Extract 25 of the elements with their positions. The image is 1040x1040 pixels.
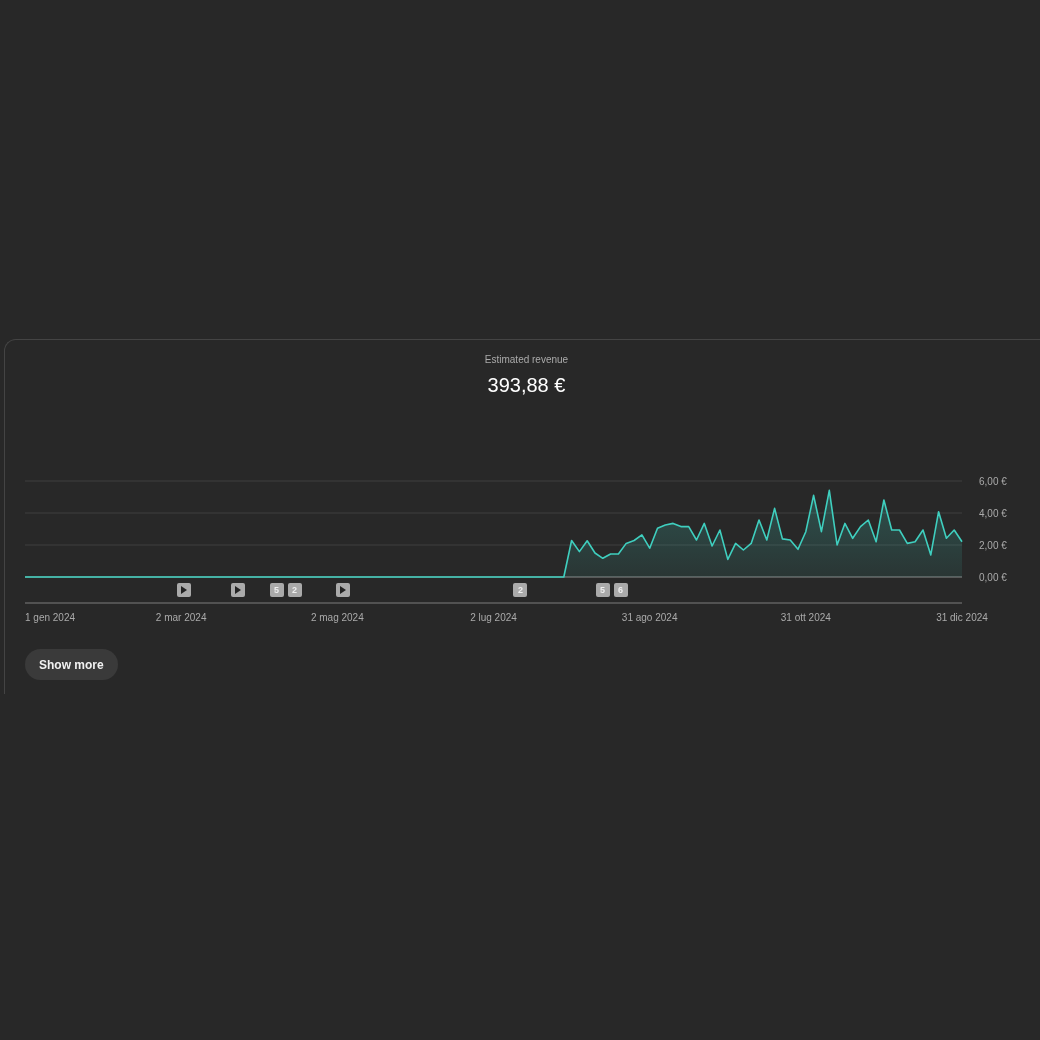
axis-tick-label: 4,00 € — [979, 507, 1007, 519]
axis-tick-label: 0,00 € — [979, 571, 1007, 583]
axis-tick-label: 2 mar 2024 — [155, 612, 207, 623]
play-icon — [340, 586, 347, 594]
show-more-button[interactable]: Show more — [25, 649, 118, 680]
count-marker[interactable]: 2 — [513, 583, 528, 597]
axis-tick-label: 6,00 € — [979, 475, 1007, 487]
revenue-total: 393,88 € — [487, 373, 566, 397]
video-marker[interactable] — [231, 583, 246, 597]
count-marker[interactable]: 5 — [595, 583, 610, 597]
count-marker[interactable]: 6 — [613, 583, 628, 597]
count-marker[interactable]: 5 — [269, 583, 284, 597]
axis-tick-label: 1 gen 2024 — [25, 612, 76, 623]
video-marker[interactable] — [177, 583, 192, 597]
count-marker[interactable]: 2 — [287, 583, 302, 597]
axis-tick-label: 2,00 € — [979, 539, 1007, 551]
axis-tick-label: 2 lug 2024 — [470, 612, 517, 623]
play-icon — [181, 586, 188, 594]
axis-tick-label: 2 mag 2024 — [310, 612, 364, 623]
axis-tick-label: 31 ago 2024 — [621, 612, 678, 623]
card-title: Estimated revenue — [484, 354, 569, 366]
axis-tick-label: 31 dic 2024 — [936, 612, 988, 623]
video-marker[interactable] — [336, 583, 351, 597]
play-icon — [235, 586, 242, 594]
axis-tick-label: 31 ott 2024 — [780, 612, 831, 623]
